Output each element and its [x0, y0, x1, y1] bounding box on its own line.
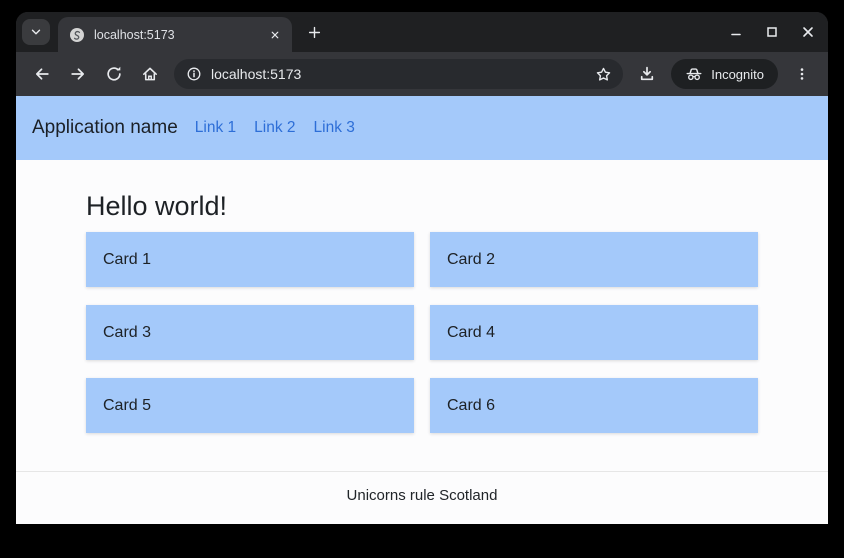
window-maximize-button[interactable] [760, 20, 784, 44]
maximize-icon [764, 24, 780, 40]
nav-link-3[interactable]: Link 3 [314, 119, 355, 137]
card-6: Card 6 [430, 378, 758, 433]
reload-icon [105, 65, 123, 83]
incognito-label: Incognito [711, 67, 764, 82]
downloads-button[interactable] [631, 58, 663, 90]
app-brand: Application name [32, 117, 178, 139]
card-label: Card 1 [103, 251, 151, 269]
download-icon [638, 65, 656, 83]
new-tab-button[interactable] [300, 18, 328, 46]
nav-link-2[interactable]: Link 2 [254, 119, 295, 137]
browser-window: localhost:5173 [16, 12, 828, 524]
forward-button[interactable] [62, 58, 94, 90]
menu-button[interactable] [786, 58, 818, 90]
card-label: Card 3 [103, 324, 151, 342]
arrow-right-icon [69, 65, 87, 83]
card-label: Card 4 [447, 324, 495, 342]
arrow-left-icon [33, 65, 51, 83]
tab-title: localhost:5173 [94, 28, 257, 42]
home-icon [141, 65, 159, 83]
three-dot-menu-icon [794, 66, 810, 82]
site-navbar: Application name Link 1 Link 2 Link 3 [16, 96, 828, 160]
minimize-icon [728, 24, 744, 40]
main-content: Hello world! Card 1 Card 2 Card 3 Card 4… [16, 160, 828, 433]
chevron-down-icon [29, 25, 43, 39]
card-label: Card 5 [103, 397, 151, 415]
site-info-icon[interactable] [186, 66, 202, 82]
incognito-icon [685, 65, 703, 83]
card-label: Card 6 [447, 397, 495, 415]
card-4: Card 4 [430, 305, 758, 360]
window-close-button[interactable] [796, 20, 820, 44]
plus-icon [307, 25, 322, 40]
back-button[interactable] [26, 58, 58, 90]
address-bar[interactable]: localhost:5173 [174, 59, 623, 89]
page-viewport: Application name Link 1 Link 2 Link 3 He… [16, 96, 828, 524]
card-grid: Card 1 Card 2 Card 3 Card 4 Card 5 Card … [86, 232, 758, 433]
bookmark-star-icon[interactable] [593, 64, 613, 84]
tab-strip: localhost:5173 [16, 12, 828, 52]
close-icon [800, 24, 816, 40]
home-button[interactable] [134, 58, 166, 90]
card-5: Card 5 [86, 378, 414, 433]
card-3: Card 3 [86, 305, 414, 360]
browser-tab[interactable]: localhost:5173 [58, 17, 292, 52]
reload-button[interactable] [98, 58, 130, 90]
card-1: Card 1 [86, 232, 414, 287]
window-minimize-button[interactable] [724, 20, 748, 44]
window-controls [724, 20, 820, 44]
site-footer: Unicorns rule Scotland [16, 471, 828, 524]
page-heading: Hello world! [86, 190, 758, 222]
card-2: Card 2 [430, 232, 758, 287]
footer-text: Unicorns rule Scotland [347, 487, 498, 504]
card-label: Card 2 [447, 251, 495, 269]
incognito-badge: Incognito [671, 59, 778, 89]
screenshot-root: { "browser": { "tab_title": "localhost:5… [0, 0, 844, 558]
nav-link-1[interactable]: Link 1 [195, 119, 236, 137]
url-text: localhost:5173 [211, 66, 584, 82]
site-favicon-icon [69, 27, 85, 43]
tab-search-button[interactable] [22, 19, 50, 45]
browser-toolbar: localhost:5173 Incognito [16, 52, 828, 96]
tab-close-icon[interactable] [266, 26, 284, 44]
